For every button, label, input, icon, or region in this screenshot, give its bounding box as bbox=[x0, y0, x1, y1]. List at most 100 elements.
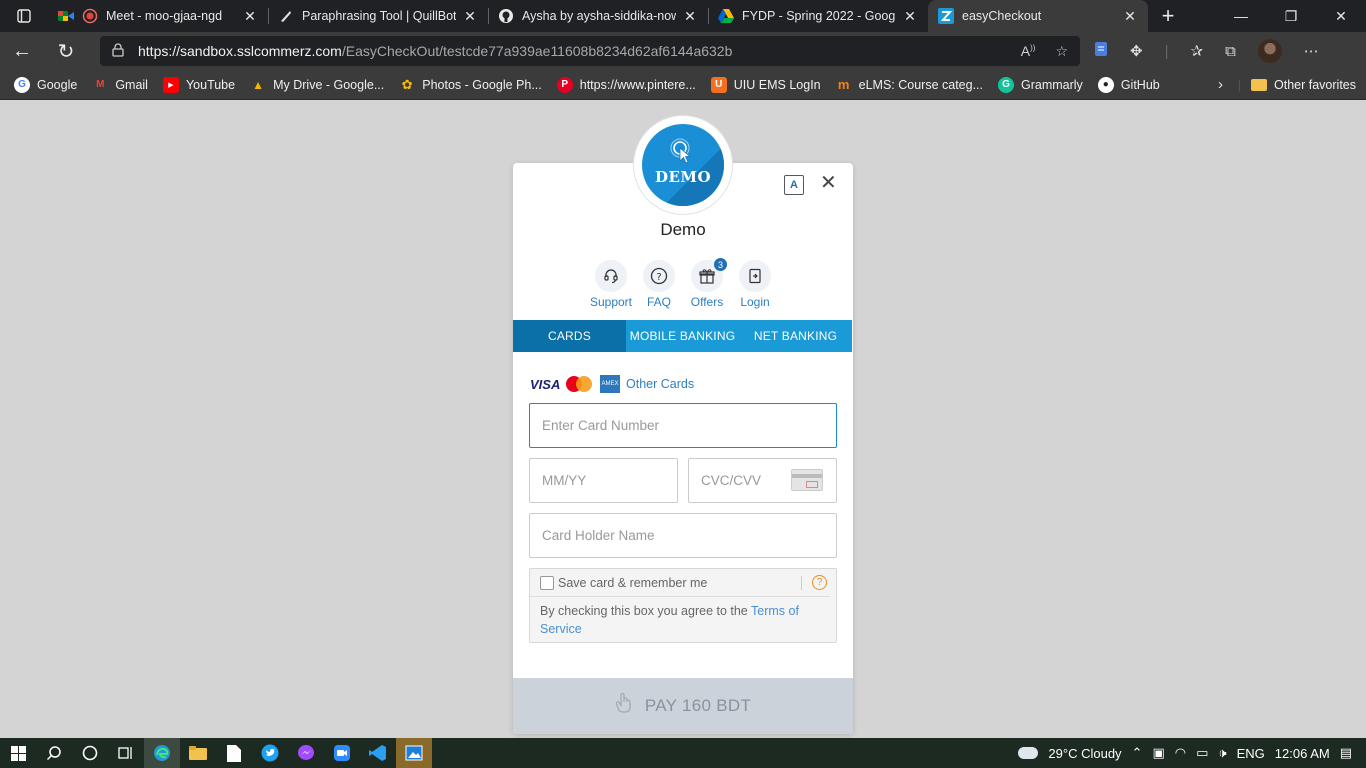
new-tab-button[interactable]: + bbox=[1148, 0, 1188, 32]
browser-tab-meet[interactable]: Meet - moo-gjaa-ngd ✕ bbox=[48, 0, 268, 32]
bookmark-gmail[interactable]: M Gmail bbox=[92, 77, 148, 93]
profile-avatar[interactable] bbox=[1257, 39, 1282, 63]
close-tab-icon[interactable]: ✕ bbox=[462, 8, 478, 25]
pay-button-label: PAY 160 BDT bbox=[644, 696, 752, 715]
search-icon[interactable] bbox=[36, 738, 72, 768]
wifi-icon[interactable]: ◠ bbox=[1175, 745, 1186, 761]
other-favorites[interactable]: | Other favorites bbox=[1238, 70, 1356, 100]
translate-icon[interactable]: A bbox=[784, 175, 804, 195]
read-aloud-icon[interactable]: A)) bbox=[1021, 43, 1036, 60]
save-card-checkbox[interactable] bbox=[540, 575, 554, 590]
faq-link[interactable]: ? FAQ bbox=[641, 260, 677, 309]
volume-icon[interactable]: 🕩 bbox=[1218, 745, 1226, 761]
messenger-icon[interactable] bbox=[288, 738, 324, 768]
card-number-input[interactable]: Enter Card Number bbox=[529, 403, 837, 448]
lock-icon bbox=[112, 42, 124, 60]
weather-text[interactable]: 29°C Cloudy bbox=[1048, 746, 1121, 761]
bookmark-grammarly[interactable]: G Grammarly bbox=[998, 76, 1083, 93]
vscode-icon[interactable] bbox=[360, 738, 396, 768]
chevron-right-icon[interactable]: › bbox=[1218, 76, 1223, 93]
start-windows-icon[interactable] bbox=[0, 738, 36, 768]
restore-icon[interactable]: ❐ bbox=[1266, 0, 1316, 32]
cortana-icon[interactable] bbox=[72, 738, 108, 768]
tab-mobile-banking[interactable]: MOBILE BANKING bbox=[626, 320, 739, 352]
tab-title: FYDP - Spring 2022 - Google Drive bbox=[742, 9, 896, 23]
task-view-icon[interactable] bbox=[108, 738, 144, 768]
bookmark-google[interactable]: G Google bbox=[14, 76, 77, 93]
quick-links: Support ? FAQ 3 Offers Login bbox=[589, 258, 773, 309]
bookmark-elms[interactable]: m eLMS: Course categ... bbox=[836, 77, 983, 93]
extension-doc-icon[interactable] bbox=[1094, 41, 1108, 61]
file-explorer-icon[interactable] bbox=[180, 738, 216, 768]
add-favorite-icon[interactable]: ☆ bbox=[1055, 43, 1068, 60]
bookmark-label: UIU EMS LogIn bbox=[733, 77, 821, 92]
cloud-icon bbox=[1018, 747, 1039, 759]
bookmark-label: Photos - Google Ph... bbox=[422, 77, 542, 92]
bookmark-uiu-ems[interactable]: U UIU EMS LogIn bbox=[710, 76, 821, 93]
google-drive-icon bbox=[718, 8, 734, 24]
extensions-puzzle-icon[interactable]: ✥ bbox=[1130, 42, 1143, 60]
headset-icon bbox=[595, 260, 627, 292]
collections-icon[interactable]: ⧉ bbox=[1225, 43, 1236, 60]
tab-net-banking[interactable]: NET BANKING bbox=[739, 320, 852, 352]
cvc-input[interactable]: CVC/CVV bbox=[688, 458, 837, 503]
close-tab-icon[interactable]: ✕ bbox=[242, 8, 258, 25]
card-holder-input[interactable]: Card Holder Name bbox=[529, 513, 837, 558]
quick-link-label: Support bbox=[589, 295, 633, 309]
close-window-icon[interactable]: ✕ bbox=[1316, 0, 1366, 32]
more-menu-icon[interactable]: ⋯ bbox=[1304, 42, 1319, 60]
clock[interactable]: 12:06 AM bbox=[1275, 746, 1330, 761]
notepad-icon[interactable] bbox=[216, 738, 252, 768]
bookmark-github[interactable]: ● GitHub bbox=[1097, 76, 1160, 93]
notifications-icon[interactable]: ▤ bbox=[1340, 745, 1352, 761]
other-cards-link[interactable]: Other Cards bbox=[626, 377, 694, 391]
zoom-icon[interactable] bbox=[324, 738, 360, 768]
twitter-icon[interactable] bbox=[252, 738, 288, 768]
close-tab-icon[interactable]: ✕ bbox=[682, 8, 698, 25]
address-bar[interactable]: https://sandbox.sslcommerz.com/EasyCheck… bbox=[100, 36, 1080, 66]
quick-link-label: Offers bbox=[690, 295, 724, 309]
refresh-icon: ↻ bbox=[57, 40, 75, 63]
browser-tab-drive[interactable]: FYDP - Spring 2022 - Google Drive ✕ bbox=[708, 0, 928, 32]
back-button[interactable]: ← bbox=[0, 40, 44, 63]
login-link[interactable]: Login bbox=[737, 260, 773, 309]
bookmark-pinterest[interactable]: Phttps://www.pintere... bbox=[556, 76, 696, 93]
grammarly-icon: G bbox=[998, 76, 1014, 93]
close-checkout-icon[interactable]: ✕ bbox=[820, 173, 837, 193]
expiry-input[interactable]: MM/YY bbox=[529, 458, 678, 503]
favorites-icon[interactable]: ✰ bbox=[1190, 42, 1203, 60]
photos-app-icon[interactable] bbox=[396, 738, 432, 768]
expiry-placeholder: MM/YY bbox=[542, 473, 587, 488]
browser-tab-quillbot[interactable]: Paraphrasing Tool | QuillBot AI ✕ bbox=[268, 0, 488, 32]
chevron-up-icon[interactable]: ⌃ bbox=[1132, 745, 1143, 761]
minimize-icon[interactable]: — bbox=[1216, 0, 1266, 32]
tab-title: Aysha by aysha-siddika-nowshin bbox=[522, 9, 676, 23]
meet-now-icon[interactable]: ▣ bbox=[1152, 745, 1164, 761]
language-indicator[interactable]: ENG bbox=[1237, 746, 1265, 761]
close-tab-icon[interactable]: ✕ bbox=[1122, 8, 1138, 25]
bookmark-my-drive[interactable]: ▲ My Drive - Google... bbox=[250, 77, 384, 93]
close-tab-icon[interactable]: ✕ bbox=[902, 8, 918, 25]
url-host: https://sandbox.sslcommerz.com bbox=[138, 43, 342, 59]
bookmark-photos[interactable]: ✿ Photos - Google Ph... bbox=[399, 77, 542, 93]
window-controls: — ❐ ✕ bbox=[1216, 0, 1366, 32]
card-number-placeholder: Enter Card Number bbox=[542, 418, 660, 433]
pay-button[interactable]: PAY 160 BDT bbox=[513, 678, 853, 734]
gift-icon: 3 bbox=[691, 258, 727, 292]
bookmark-label: YouTube bbox=[185, 77, 236, 92]
bookmark-youtube[interactable]: ▶ YouTube bbox=[162, 76, 236, 93]
divider: | bbox=[1237, 78, 1242, 92]
edge-taskbar-icon[interactable] bbox=[144, 738, 180, 768]
tab-actions-button[interactable] bbox=[0, 0, 48, 32]
windows-taskbar: 29°C Cloudy ⌃ ▣ ◠ ▭ 🕩 ENG 12:06 AM ▤ bbox=[0, 738, 1366, 768]
refresh-button[interactable]: ↻ bbox=[44, 39, 88, 64]
browser-tab-easycheckout[interactable]: easyCheckout ✕ bbox=[928, 0, 1148, 32]
battery-icon[interactable]: ▭ bbox=[1196, 745, 1208, 761]
offers-link[interactable]: 3 Offers bbox=[689, 258, 727, 309]
tab-cards[interactable]: CARDS bbox=[513, 320, 626, 352]
help-icon[interactable]: ? bbox=[812, 575, 827, 590]
browser-tab-github[interactable]: Aysha by aysha-siddika-nowshin ✕ bbox=[488, 0, 708, 32]
login-icon bbox=[739, 260, 771, 292]
support-link[interactable]: Support bbox=[589, 260, 633, 309]
arrow-left-icon: ← bbox=[12, 39, 32, 62]
